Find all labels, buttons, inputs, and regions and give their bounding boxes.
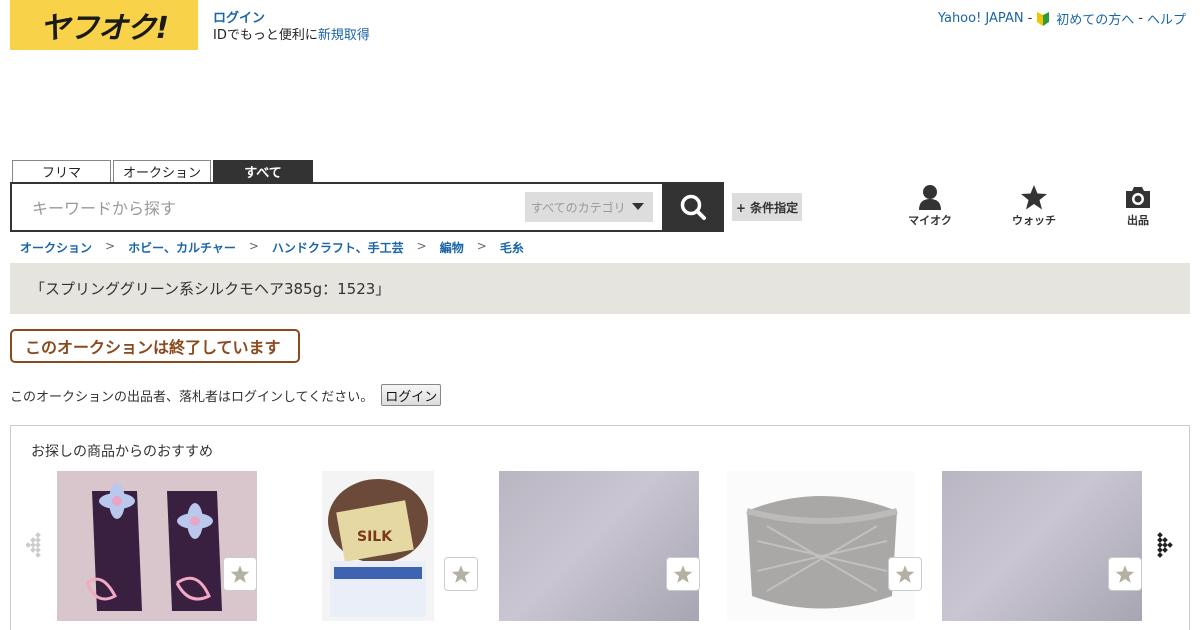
item-image-grey-yarn-cone[interactable] [727, 471, 915, 621]
breadcrumb-item[interactable]: ホビー、カルチャー [128, 239, 236, 256]
item-image-arm-warmers[interactable] [57, 471, 257, 621]
watch-star-button[interactable] [444, 557, 478, 591]
yahoo-japan-link[interactable]: Yahoo! JAPAN [938, 11, 1024, 26]
search-input[interactable] [32, 196, 512, 220]
search-tabs: フリマ オークション すべて [12, 160, 313, 182]
tab-flea-market[interactable]: フリマ [12, 160, 111, 182]
item-image-silk-yarn[interactable]: SILK [322, 471, 434, 621]
sell-button[interactable]: 出品 [1108, 184, 1168, 228]
search-icon [680, 194, 706, 220]
chevron-right-icon [1157, 532, 1173, 558]
recommendation-panel: お探しの商品からのおすすめ SILK [10, 425, 1190, 630]
star-icon [895, 565, 915, 583]
breadcrumb-separator: > [248, 239, 259, 253]
watch-label: ウォッチ [1012, 214, 1056, 227]
myauc-label: マイオク [908, 214, 952, 227]
separator: - [1027, 11, 1033, 26]
carousel-prev-button[interactable] [25, 531, 46, 563]
camera-icon [1126, 187, 1150, 208]
separator: - [1138, 11, 1143, 26]
tab-auction[interactable]: オークション [113, 160, 211, 182]
login-sub-text: IDでもっと便利に [213, 28, 318, 43]
beginner-mark-icon [1036, 11, 1050, 26]
category-select-value: すべてのカテゴリ [531, 200, 626, 215]
breadcrumb-separator: > [416, 239, 427, 253]
star-icon [1115, 565, 1135, 583]
item-title-band: 「スプリンググリーン系シルクモヘア385g：1523」 [10, 263, 1190, 314]
login-button[interactable]: ログイン [381, 384, 442, 406]
recommendation-title: お探しの商品からのおすすめ [31, 444, 213, 460]
breadcrumb-item[interactable]: オークション [20, 239, 92, 256]
yahuoku-logo[interactable]: ヤフオク! [10, 0, 198, 50]
breadcrumb-item[interactable]: ハンドクラフト、手工芸 [272, 239, 404, 256]
star-icon [673, 565, 693, 583]
closed-notice: このオークションは終了しています [10, 329, 300, 363]
logo-text: ヤフオク! [39, 11, 169, 46]
watch-button[interactable]: ウォッチ [1004, 184, 1064, 228]
chevron-left-icon [25, 532, 41, 558]
chevron-down-icon [632, 203, 644, 210]
login-notice-text: このオークションの出品者、落札者はログインしてください。 [10, 389, 374, 405]
breadcrumb-item[interactable]: 毛糸 [500, 239, 524, 256]
myauc-button[interactable]: マイオク [900, 184, 960, 228]
login-notice: このオークションの出品者、落札者はログインしてください。 ログイン [10, 384, 442, 406]
login-link[interactable]: ログイン [213, 10, 370, 27]
star-icon [1021, 185, 1047, 210]
watch-star-button[interactable] [888, 557, 922, 591]
item-image-lavender-yarn[interactable] [499, 471, 699, 621]
item-title: 「スプリンググリーン系シルクモヘア385g：1523」 [30, 280, 391, 298]
breadcrumb: オークション > ホビー、カルチャー > ハンドクラフト、手工芸 > 編物 > … [20, 239, 524, 256]
login-block: ログイン IDでもっと便利に新規取得 [213, 10, 370, 44]
watch-star-button[interactable] [1108, 557, 1142, 591]
user-icon [919, 185, 941, 210]
breadcrumb-separator: > [476, 239, 487, 253]
watch-star-button[interactable] [223, 557, 257, 591]
beginner-link[interactable]: 初めての方へ [1056, 9, 1134, 28]
register-link[interactable]: 新規取得 [318, 28, 370, 43]
carousel-next-button[interactable] [1156, 531, 1176, 563]
help-link[interactable]: ヘルプ [1147, 9, 1186, 28]
breadcrumb-separator: > [105, 239, 116, 253]
watch-star-button[interactable] [666, 557, 700, 591]
top-right-links: Yahoo! JAPAN - 初めての方へ - ヘルプ [938, 9, 1186, 28]
search-box: すべてのカテゴリ [10, 182, 663, 232]
category-select[interactable]: すべてのカテゴリ [525, 192, 653, 222]
search-button[interactable] [662, 182, 724, 232]
item-image-lavender-yarn[interactable] [942, 471, 1142, 621]
star-icon [451, 565, 471, 583]
condition-button[interactable]: + 条件指定 [732, 193, 802, 221]
sell-label: 出品 [1127, 214, 1149, 227]
silk-label-text: SILK [357, 529, 393, 545]
breadcrumb-item[interactable]: 編物 [440, 239, 464, 256]
tab-all[interactable]: すべて [213, 160, 313, 182]
star-icon [230, 565, 250, 583]
